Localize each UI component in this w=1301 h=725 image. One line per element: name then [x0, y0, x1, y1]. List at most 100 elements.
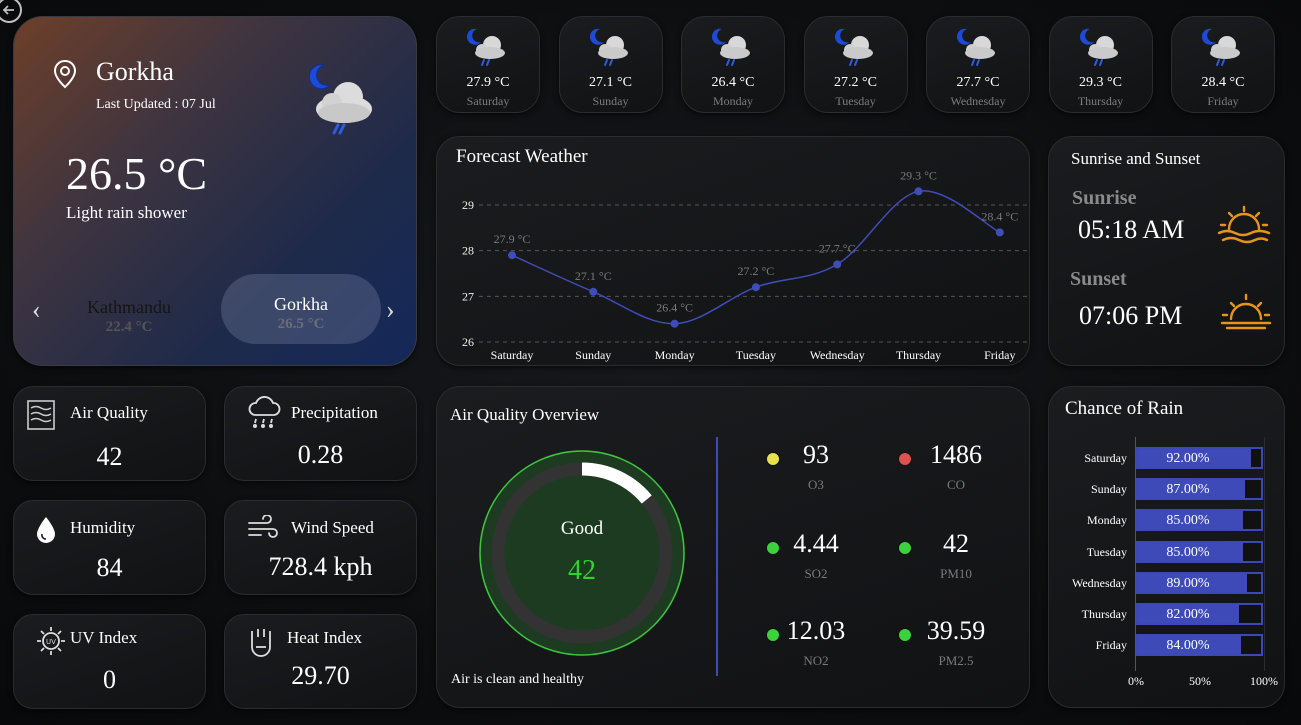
- x-tick-label: Sunday: [575, 348, 611, 362]
- rain-title: Chance of Rain: [1065, 398, 1184, 419]
- air-quality-icon: [27, 400, 55, 430]
- gauge-background: [479, 450, 685, 656]
- wind-speed-card: Wind Speed 728.4 kph: [224, 500, 417, 595]
- carousel-city: Gorkha: [274, 294, 328, 314]
- rain-category-label: Monday: [1087, 513, 1127, 528]
- carousel-item-kathmandu[interactable]: Kathmandu 22.4 °C: [54, 285, 204, 345]
- series-line: [511, 190, 1001, 325]
- humidity-card: Humidity 84: [13, 500, 206, 595]
- rain-category-label: Friday: [1095, 638, 1127, 653]
- rain-bar-label: 85.00%: [1166, 513, 1210, 529]
- night-cloud-icon: [711, 28, 750, 66]
- sunset-label: Sunset: [1070, 268, 1127, 290]
- sun-title: Sunrise and Sunset: [1071, 149, 1201, 168]
- day-card[interactable]: 27.2 °C Tuesday: [803, 16, 908, 113]
- rain-bar[interactable]: 82.00%: [1136, 603, 1263, 625]
- x-tick-label: Saturday: [491, 348, 534, 362]
- pollutant-value: 12.03: [786, 616, 846, 645]
- pollutant-label: SO2: [804, 566, 828, 581]
- pollutant-status-dot: [898, 452, 912, 466]
- day-card[interactable]: 27.9 °C Saturday: [436, 16, 540, 113]
- rain-bar[interactable]: 92.00%: [1136, 447, 1263, 469]
- forecast-chart-card: Forecast Weather 29 28 27 26 27.9 °C Saturday…: [436, 136, 1031, 366]
- data-point[interactable]: [995, 228, 1004, 237]
- pollutant-value: 93: [803, 440, 829, 469]
- y-tick-label: 27: [462, 289, 474, 303]
- day-name: Monday: [713, 94, 753, 108]
- rain-x-tick-label: 50%: [1189, 674, 1211, 688]
- sunrise-time: 05:18 AM: [1078, 215, 1185, 244]
- data-point[interactable]: [670, 319, 679, 328]
- pollutant-status-dot: [766, 452, 780, 466]
- x-tick-label: Tuesday: [736, 348, 776, 362]
- pollutant-label: O3: [808, 477, 824, 492]
- data-point[interactable]: [833, 260, 842, 269]
- day-card[interactable]: 27.7 °C Wednesday: [926, 16, 1030, 113]
- air-quality-value: 42: [96, 442, 123, 471]
- heat-index-label: Heat Index: [287, 628, 363, 647]
- heat-index-value: 29.70: [291, 661, 350, 690]
- night-cloud-icon: [589, 28, 628, 66]
- data-point[interactable]: [508, 251, 516, 260]
- rain-bar-label: 89.00%: [1166, 575, 1210, 591]
- wind-speed-value: 728.4 kph: [268, 552, 373, 581]
- uv-index-label: UV Index: [70, 628, 138, 647]
- humidity-drop-icon: [37, 517, 55, 543]
- back-button[interactable]: [0, 0, 22, 23]
- carousel-temp: 22.4 °C: [105, 319, 153, 335]
- humidity-value: 84: [96, 553, 123, 582]
- precipitation-value: 0.28: [297, 440, 344, 469]
- rain-bar[interactable]: 85.00%: [1136, 540, 1263, 563]
- day-card[interactable]: 29.3 °C Thursday: [1048, 16, 1153, 113]
- forecast-line-chart: 29 28 27 26 27.9 °C Saturday 27.1 °C Sunday 26.4…: [462, 168, 1031, 362]
- city-name: Gorkha: [96, 57, 174, 86]
- day-card[interactable]: 26.4 °C Monday: [681, 16, 785, 113]
- precipitation-label: Precipitation: [291, 403, 378, 422]
- x-tick-label: Friday: [984, 348, 1015, 362]
- svg-text:UV: UV: [46, 638, 56, 646]
- x-tick-label: Thursday: [896, 348, 941, 362]
- carousel-item-gorkha[interactable]: Gorkha 26.5 °C: [221, 274, 381, 344]
- rain-bar-label: 82.00%: [1166, 607, 1210, 622]
- heat-index-card: Heat Index 29.70: [224, 614, 417, 709]
- rain-bar-label: 87.00%: [1166, 482, 1210, 498]
- rain-axis-line: [1264, 437, 1265, 671]
- rain-category-label: Wednesday: [1071, 575, 1127, 590]
- day-name: Saturday: [466, 94, 510, 108]
- aq-overview-title: Air Quality Overview: [450, 405, 600, 424]
- data-point[interactable]: [589, 287, 598, 296]
- rain-bar[interactable]: 84.00%: [1136, 634, 1263, 657]
- pollutant-value: 1486: [930, 440, 982, 469]
- night-cloud-icon: [1079, 28, 1118, 66]
- pollutant-value: 39.59: [926, 616, 986, 645]
- rain-category-label: Tuesday: [1086, 544, 1127, 559]
- air-quality-label: Air Quality: [70, 403, 148, 422]
- rain-category-label: Saturday: [1084, 451, 1127, 465]
- rain-bar-label: 92.00%: [1166, 451, 1210, 466]
- data-point[interactable]: [751, 283, 760, 292]
- current-weather-card: Gorkha Last Updated : 07 Jul 26.5 °C Lig…: [13, 16, 417, 366]
- data-point[interactable]: [914, 187, 923, 196]
- humidity-label: Humidity: [70, 518, 136, 537]
- sunset-time: 07:06 PM: [1079, 301, 1183, 330]
- weather-condition: Light rain shower: [66, 203, 187, 222]
- aq-gauge: [479, 450, 685, 656]
- carousel-temp: 26.5 °C: [277, 316, 325, 332]
- carousel-prev-button[interactable]: ‹: [32, 295, 41, 325]
- data-label: 27.2 °C: [737, 264, 774, 278]
- carousel-city: Kathmandu: [87, 297, 171, 317]
- heat-index-icon: [251, 629, 271, 657]
- day-card[interactable]: 28.4 °C Friday: [1171, 16, 1275, 113]
- data-label: 29.3 °C: [900, 168, 937, 182]
- rain-x-tick-label: 100%: [1250, 674, 1278, 688]
- day-card[interactable]: 27.1 °C Sunday: [558, 16, 663, 113]
- sunrise-label: Sunrise: [1072, 187, 1137, 209]
- rain-bar[interactable]: 87.00%: [1136, 478, 1263, 501]
- carousel-next-button[interactable]: ›: [386, 295, 395, 325]
- data-label: 27.9 °C: [494, 232, 531, 246]
- rain-bar-label: 84.00%: [1166, 638, 1210, 654]
- rain-bar[interactable]: 89.00%: [1136, 571, 1263, 594]
- pollutant-label: PM2.5: [938, 653, 974, 668]
- rain-bar[interactable]: 85.00%: [1136, 509, 1263, 532]
- current-temperature: 26.5 °C: [66, 148, 208, 199]
